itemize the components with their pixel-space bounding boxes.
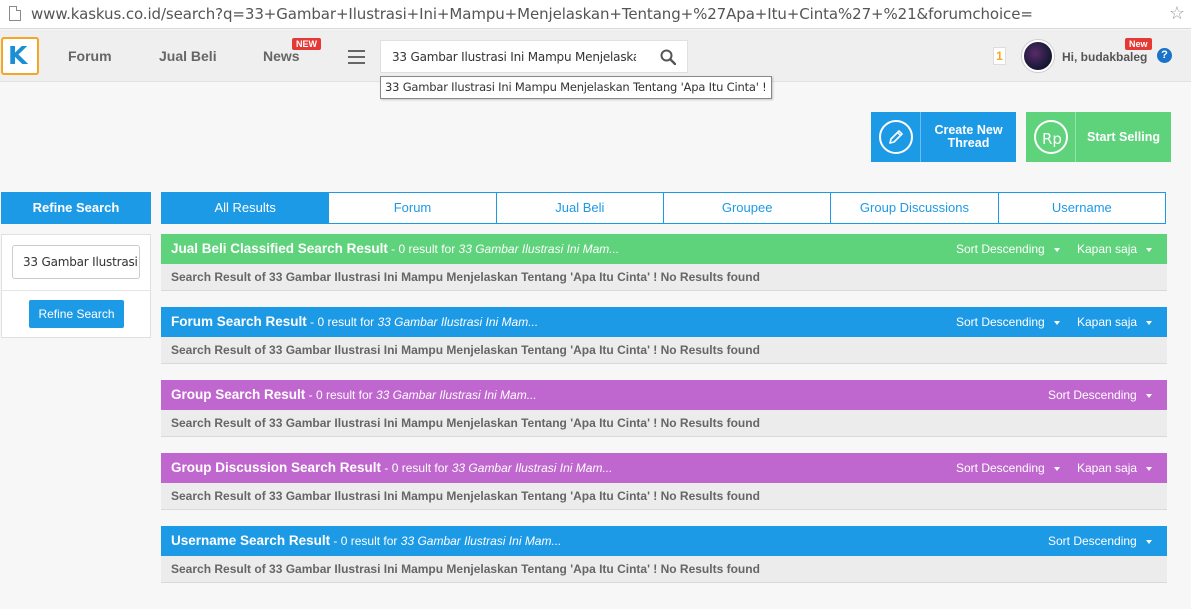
section-header: Group Search Result - 0 result for 33 Ga… — [161, 380, 1167, 410]
result-query: 33 Gambar Ilustrasi Ini Mam... — [400, 534, 562, 548]
sort-label: Sort Descending — [956, 242, 1045, 256]
rupiah-icon-text: Rp — [1042, 130, 1062, 148]
refine-divider — [2, 290, 150, 291]
chevron-down-icon — [1145, 393, 1152, 398]
section-title-text: Forum Search Result — [171, 314, 307, 329]
kaskus-logo[interactable]: K — [1, 37, 39, 75]
nav-forum[interactable]: Forum — [68, 48, 112, 64]
tab-groupee[interactable]: Groupee — [662, 193, 830, 223]
time-dropdown[interactable]: Kapan saja — [1077, 242, 1153, 256]
menu-icon[interactable] — [348, 50, 365, 64]
sort-dropdown[interactable]: Sort Descending — [956, 242, 1060, 256]
sort-label: Sort Descending — [956, 315, 1045, 329]
result-query: 33 Gambar Ilustrasi Ini Mam... — [458, 242, 620, 256]
result-count: - 0 result for — [305, 388, 376, 402]
time-label: Kapan saja — [1077, 242, 1138, 256]
section-body: Search Result of 33 Gambar Ilustrasi Ini… — [161, 337, 1167, 364]
sort-dropdown[interactable]: Sort Descending — [1048, 534, 1152, 548]
chevron-down-icon — [1053, 466, 1060, 471]
section-header: Forum Search Result - 0 result for 33 Ga… — [161, 307, 1167, 337]
tab-jual-beli[interactable]: Jual Beli — [495, 193, 663, 223]
sort-dropdown[interactable]: Sort Descending — [956, 315, 1060, 329]
sort-dropdown[interactable]: Sort Descending — [1048, 388, 1152, 402]
section-header: Jual Beli Classified Search Result - 0 r… — [161, 234, 1167, 264]
tab-username[interactable]: Username — [997, 193, 1165, 223]
chevron-down-icon — [1053, 320, 1060, 325]
section-title-text: Jual Beli Classified Search Result — [171, 241, 388, 256]
tab-all-results[interactable]: All Results — [162, 193, 329, 223]
sort-label: Sort Descending — [1048, 388, 1137, 402]
time-label: Kapan saja — [1077, 461, 1138, 475]
bookmark-star-icon[interactable]: ☆ — [1169, 3, 1185, 24]
help-icon[interactable]: ? — [1157, 48, 1172, 63]
chevron-down-icon — [1146, 320, 1153, 325]
search-input-value: 33 Gambar Ilustrasi Ini Mampu Menjelaska… — [392, 50, 636, 64]
result-count: - 0 result for — [330, 534, 401, 548]
refine-search-input[interactable]: 33 Gambar Ilustrasi Ini Mampu Menjelaska… — [12, 245, 140, 279]
time-dropdown[interactable]: Kapan saja — [1077, 315, 1153, 329]
section-title: Group Discussion Search Result - 0 resul… — [171, 460, 612, 475]
search-icon[interactable] — [660, 49, 676, 65]
section-title-text: Group Search Result — [171, 387, 306, 402]
logo-letter: K — [8, 41, 28, 70]
username-result-section: Username Search Result - 0 result for 33… — [161, 526, 1167, 583]
section-header: Username Search Result - 0 result for 33… — [161, 526, 1167, 556]
search-tooltip: 33 Gambar Ilustrasi Ini Mampu Menjelaska… — [380, 76, 772, 99]
tab-forum[interactable]: Forum — [328, 193, 495, 223]
jual-beli-result-section: Jual Beli Classified Search Result - 0 r… — [161, 234, 1167, 291]
section-header: Group Discussion Search Result - 0 resul… — [161, 453, 1167, 483]
pencil-icon — [871, 112, 921, 162]
top-nav: K Forum Jual Beli News NEW 33 Gambar Ilu… — [0, 30, 1191, 82]
refine-search-header: Refine Search — [1, 192, 151, 224]
section-title: Group Search Result - 0 result for 33 Ga… — [171, 387, 537, 402]
section-body: Search Result of 33 Gambar Ilustrasi Ini… — [161, 556, 1167, 583]
nav-jual-beli[interactable]: Jual Beli — [159, 48, 217, 64]
result-query: 33 Gambar Ilustrasi Ini Mam... — [451, 461, 613, 475]
rupiah-icon: Rp — [1026, 112, 1076, 162]
news-new-badge: NEW — [292, 38, 321, 50]
search-input[interactable]: 33 Gambar Ilustrasi Ini Mampu Menjelaska… — [380, 40, 688, 73]
user-avatar[interactable] — [1022, 40, 1054, 72]
section-title-text: Username Search Result — [171, 533, 331, 548]
chevron-down-icon — [1146, 466, 1153, 471]
time-label: Kapan saja — [1077, 315, 1138, 329]
result-query: 33 Gambar Ilustrasi Ini Mam... — [375, 388, 537, 402]
forum-result-section: Forum Search Result - 0 result for 33 Ga… — [161, 307, 1167, 364]
notification-badge[interactable]: 1 — [993, 47, 1006, 65]
section-body: Search Result of 33 Gambar Ilustrasi Ini… — [161, 264, 1167, 291]
section-title-text: Group Discussion Search Result — [171, 460, 382, 475]
result-count: - 0 result for — [306, 315, 378, 329]
section-body: Search Result of 33 Gambar Ilustrasi Ini… — [161, 410, 1167, 437]
tab-group-discussions[interactable]: Group Discussions — [830, 193, 997, 223]
create-thread-button[interactable]: Create New Thread — [871, 112, 1016, 162]
time-dropdown[interactable]: Kapan saja — [1077, 461, 1153, 475]
chevron-down-icon — [1053, 247, 1060, 252]
sort-dropdown[interactable]: Sort Descending — [956, 461, 1060, 475]
chevron-down-icon — [1146, 247, 1153, 252]
user-new-badge: New — [1125, 38, 1152, 50]
url-text[interactable]: www.kaskus.co.id/search?q=33+Gambar+Ilus… — [31, 5, 1033, 23]
refine-search-panel: 33 Gambar Ilustrasi Ini Mampu Menjelaska… — [1, 234, 151, 338]
refine-search-button[interactable]: Refine Search — [29, 300, 124, 328]
start-selling-button[interactable]: Rp Start Selling — [1026, 112, 1171, 162]
result-query: 33 Gambar Ilustrasi Ini Mam... — [377, 315, 539, 329]
address-bar[interactable]: www.kaskus.co.id/search?q=33+Gambar+Ilus… — [0, 0, 1191, 29]
create-thread-label: Create New Thread — [934, 123, 1003, 150]
page-icon — [9, 6, 21, 21]
sort-label: Sort Descending — [1048, 534, 1137, 548]
section-title: Jual Beli Classified Search Result - 0 r… — [171, 241, 619, 256]
nav-news[interactable]: News — [263, 48, 300, 64]
group-discussion-result-section: Group Discussion Search Result - 0 resul… — [161, 453, 1167, 510]
section-body: Search Result of 33 Gambar Ilustrasi Ini… — [161, 483, 1167, 510]
section-title: Forum Search Result - 0 result for 33 Ga… — [171, 314, 538, 329]
chevron-down-icon — [1145, 539, 1152, 544]
sort-label: Sort Descending — [956, 461, 1045, 475]
result-count: - 0 result for — [381, 461, 452, 475]
result-tabs: All Results Forum Jual Beli Groupee Grou… — [161, 192, 1166, 224]
start-selling-label: Start Selling — [1087, 129, 1160, 144]
group-result-section: Group Search Result - 0 result for 33 Ga… — [161, 380, 1167, 437]
user-greeting[interactable]: Hi, budakbaleg — [1062, 50, 1147, 64]
result-count: - 0 result for — [387, 242, 459, 256]
section-title: Username Search Result - 0 result for 33… — [171, 533, 561, 548]
